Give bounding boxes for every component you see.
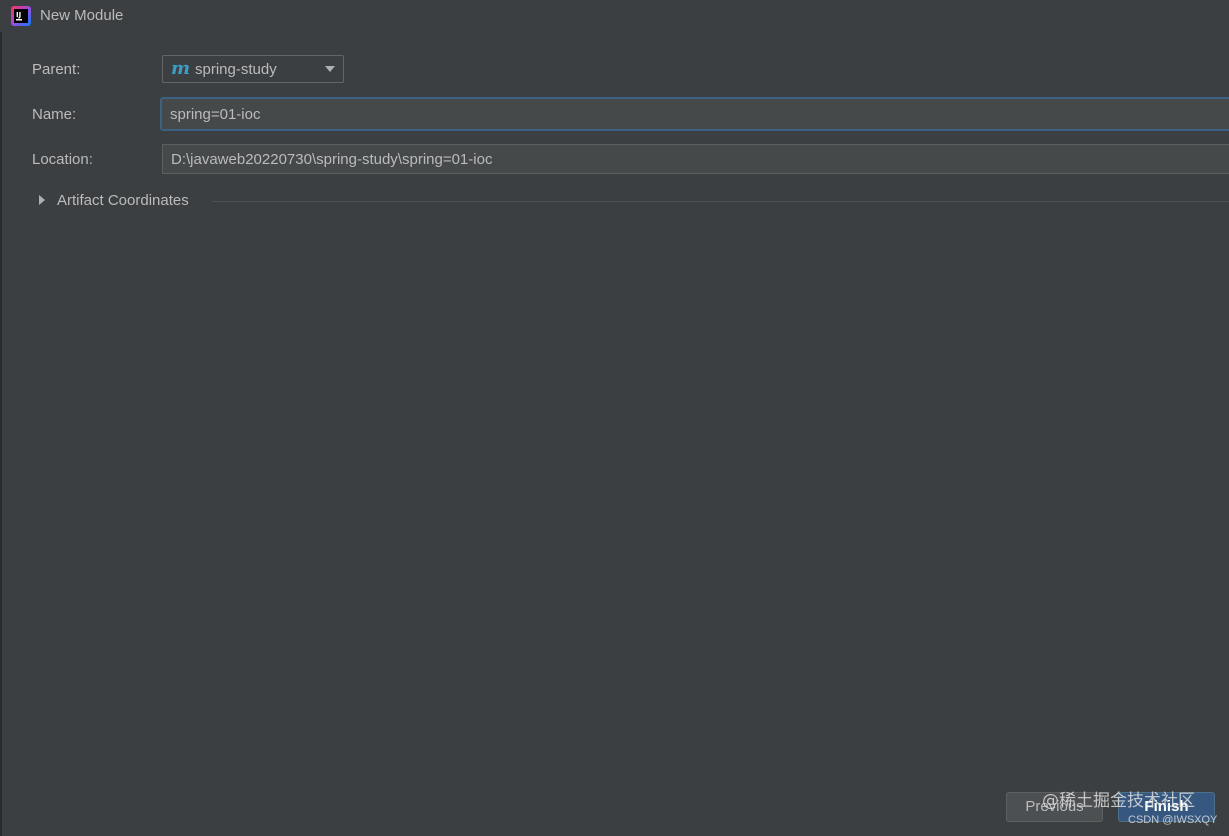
window-title: New Module: [40, 7, 124, 24]
chevron-right-icon[interactable]: [39, 195, 45, 205]
chevron-down-icon[interactable]: [325, 66, 335, 72]
section-divider: [212, 201, 1229, 202]
name-input[interactable]: [160, 97, 1229, 131]
parent-value: spring-study: [195, 61, 277, 78]
location-input[interactable]: [162, 144, 1229, 174]
maven-module-icon: m: [171, 58, 191, 79]
title-bar[interactable]: IJ New Module: [0, 0, 1229, 32]
name-label: Name:: [32, 106, 77, 123]
intellij-idea-icon: IJ: [11, 6, 31, 26]
watermark-credit: CSDN @IWSXQY: [1128, 814, 1218, 826]
artifact-coordinates-toggle[interactable]: Artifact Coordinates: [36, 190, 1229, 212]
parent-dropdown[interactable]: m spring-study: [162, 55, 344, 83]
parent-label: Parent:: [32, 61, 81, 78]
watermark-site: @稀土掘金技术社区: [1042, 791, 1195, 811]
window-edge: [0, 0, 2, 836]
new-module-dialog: IJ New Module Parent: m spring-study Nam…: [0, 0, 1229, 836]
svg-text:IJ: IJ: [16, 11, 21, 19]
artifact-coordinates-label: Artifact Coordinates: [57, 192, 189, 209]
location-label: Location:: [32, 151, 93, 168]
